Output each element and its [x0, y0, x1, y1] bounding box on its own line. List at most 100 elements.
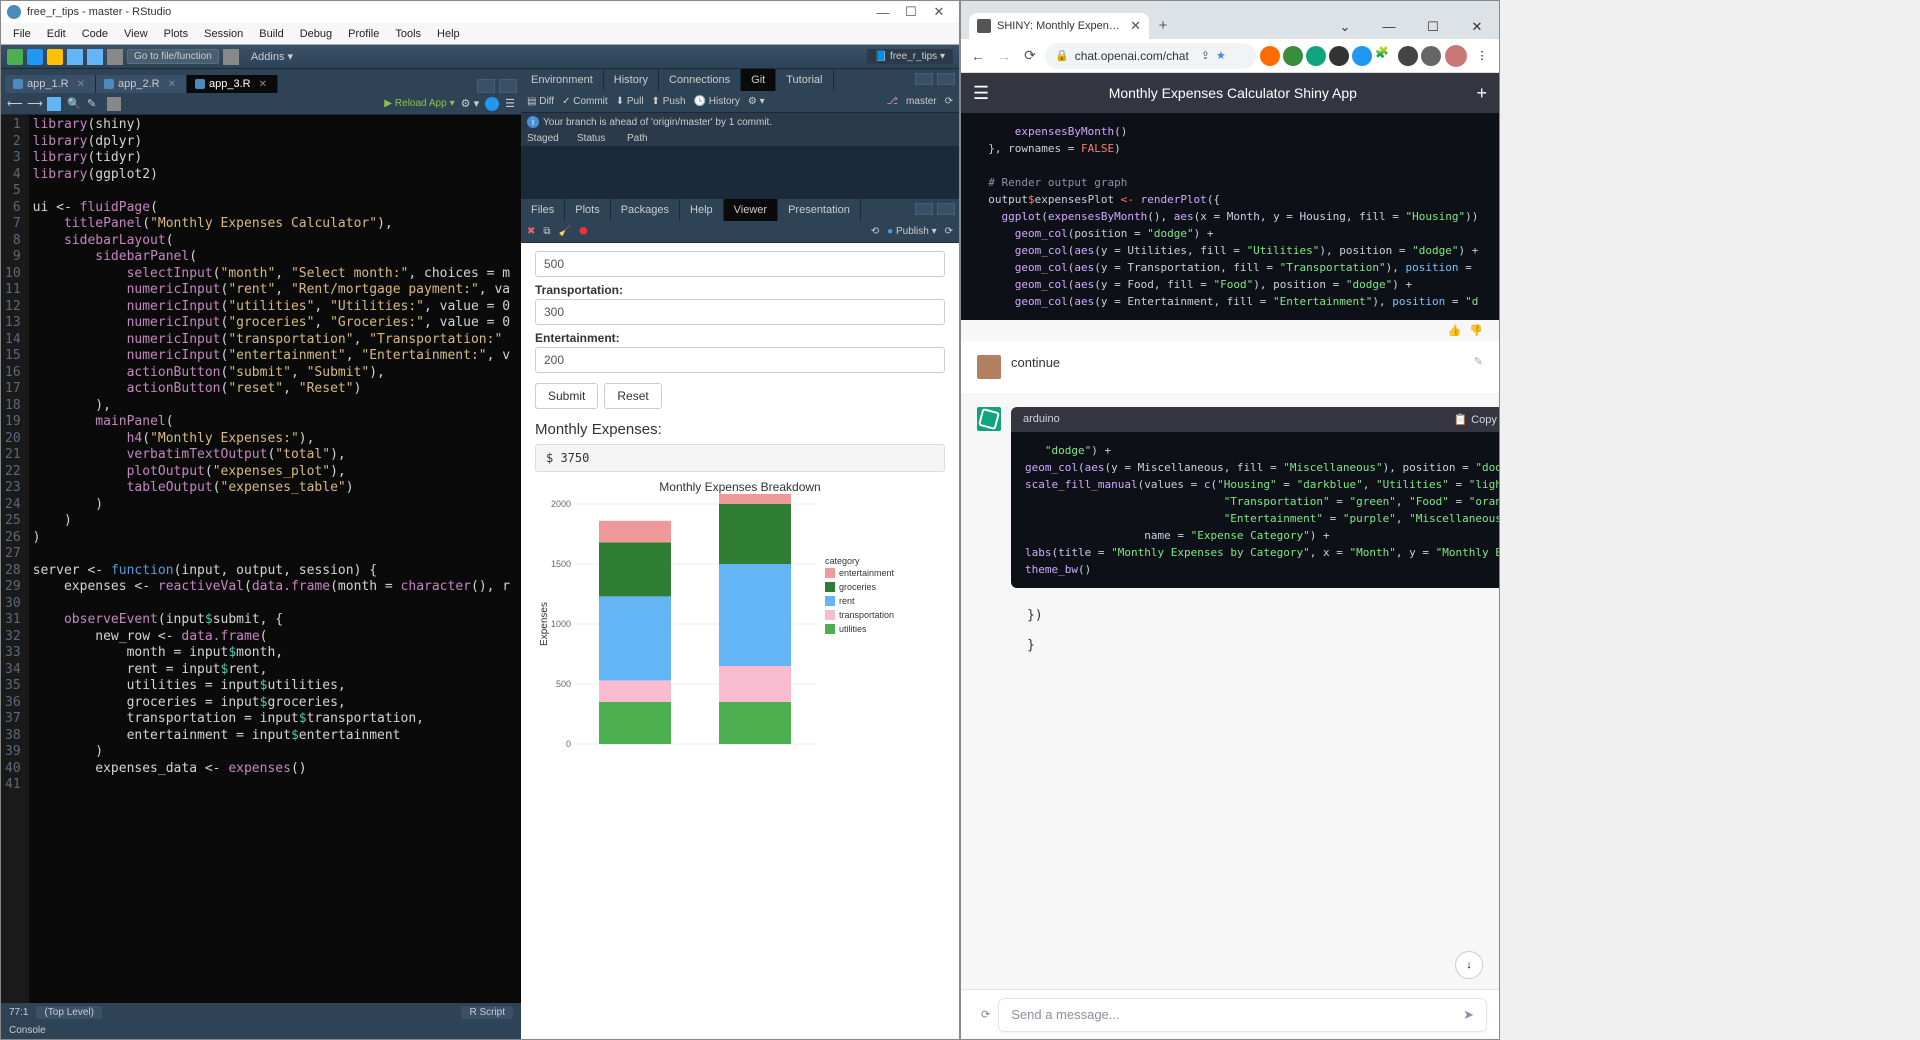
ext-icon[interactable] — [1283, 46, 1303, 66]
tab-connections[interactable]: Connections — [659, 69, 741, 91]
gear-icon[interactable]: ⚙ ▾ — [461, 97, 479, 110]
maximize-pane-icon[interactable] — [497, 1025, 513, 1035]
outline-icon[interactable]: ☰ — [505, 97, 515, 110]
save-all-icon[interactable] — [87, 49, 103, 65]
address-bar[interactable]: 🔒 chat.openai.com/chat ⇪ ★ — [1045, 43, 1256, 69]
stop-icon[interactable]: ⬣ — [579, 226, 588, 237]
message-input[interactable]: Send a message... ➤ — [998, 998, 1487, 1032]
menu-code[interactable]: Code — [74, 26, 116, 42]
sync-icon[interactable]: ⟲ — [871, 226, 879, 237]
ext-icon[interactable] — [1398, 46, 1418, 66]
tab-app1[interactable]: app_1.R✕ — [5, 75, 96, 93]
star-icon[interactable]: ★ — [1216, 49, 1226, 62]
pull-button[interactable]: ⬇ Pull — [616, 96, 644, 107]
reload-button[interactable]: ⟳ — [1019, 45, 1041, 67]
edit-icon[interactable]: ✎ — [1474, 355, 1483, 379]
minimize-button[interactable]: — — [1367, 19, 1411, 35]
maximize-pane-icon[interactable] — [937, 203, 955, 215]
scroll-down-button[interactable]: ↓ — [1455, 951, 1483, 979]
menu-plots[interactable]: Plots — [156, 26, 196, 42]
chevron-down-icon[interactable]: ⌄ — [1323, 19, 1367, 35]
find-icon[interactable]: 🔍 — [67, 97, 81, 111]
back-icon[interactable]: ⟵ — [7, 97, 21, 111]
forward-button[interactable]: → — [993, 45, 1015, 67]
forward-icon[interactable]: ⟶ — [27, 97, 41, 111]
branch-icon[interactable]: ⎇ — [887, 96, 899, 107]
publish-icon[interactable] — [485, 97, 499, 111]
tab-viewer[interactable]: Viewer — [724, 199, 778, 221]
report-icon[interactable] — [107, 97, 121, 111]
ext-icon[interactable] — [1306, 46, 1326, 66]
popout-icon[interactable]: ⧉ — [543, 226, 550, 237]
maximize-button[interactable]: ☐ — [1411, 19, 1455, 35]
minimize-pane-icon[interactable] — [915, 203, 933, 215]
grid-icon[interactable] — [223, 49, 239, 65]
console-tab[interactable]: Console — [1, 1021, 521, 1039]
menu-edit[interactable]: Edit — [39, 26, 74, 42]
tab-presentation[interactable]: Presentation — [778, 199, 861, 221]
copy-code-button[interactable]: 📋 Copy code — [1453, 413, 1499, 426]
menu-session[interactable]: Session — [196, 26, 251, 42]
new-project-icon[interactable] — [27, 49, 43, 65]
menu-view[interactable]: View — [116, 26, 156, 42]
maximize-pane-icon[interactable] — [937, 73, 955, 85]
save-icon[interactable] — [47, 97, 61, 111]
tab-files[interactable]: Files — [521, 199, 565, 221]
menu-profile[interactable]: Profile — [340, 26, 387, 42]
entertainment-input[interactable] — [535, 347, 945, 373]
minimize-pane-icon[interactable] — [915, 73, 933, 85]
ext-icon[interactable] — [1421, 46, 1441, 66]
tab-app3[interactable]: app_3.R✕ — [187, 75, 278, 93]
share-icon[interactable]: ⇪ — [1201, 49, 1210, 62]
addins-dropdown[interactable]: Addins ▾ — [243, 48, 301, 65]
back-button[interactable]: ← — [967, 45, 989, 67]
code-content[interactable]: library(shiny) library(dplyr) library(ti… — [29, 115, 521, 1003]
close-button[interactable]: ✕ — [925, 4, 953, 20]
minimize-pane-icon[interactable] — [477, 79, 495, 93]
transportation-input[interactable] — [535, 299, 945, 325]
tab-history[interactable]: History — [604, 69, 659, 91]
save-icon[interactable] — [67, 49, 83, 65]
ext-icon[interactable] — [1329, 46, 1349, 66]
maximize-button[interactable]: ☐ — [897, 4, 925, 20]
tab-plots[interactable]: Plots — [565, 199, 610, 221]
branch-select[interactable]: master — [906, 96, 937, 107]
maximize-pane-icon[interactable] — [499, 79, 517, 93]
code-editor[interactable]: 1 2 3 4 5 6 7 8 9 10 11 12 13 14 15 16 1… — [1, 115, 521, 1003]
filetype-dropdown[interactable]: R Script — [461, 1006, 513, 1019]
thumbs-down-icon[interactable]: 👎 — [1469, 324, 1483, 337]
browser-tab[interactable]: SHINY: Monthly Expenses Calcul… ✕ — [969, 13, 1149, 39]
close-tab-icon[interactable]: ✕ — [1130, 18, 1141, 34]
refresh-icon[interactable]: ⟳ — [945, 96, 953, 107]
thumbs-up-icon[interactable]: 👍 — [1448, 324, 1462, 337]
ext-icon[interactable] — [1352, 46, 1372, 66]
profile-avatar[interactable] — [1445, 45, 1467, 67]
shiny-app-viewer[interactable]: Transportation: Entertainment: Submit Re… — [521, 243, 959, 1039]
open-file-icon[interactable] — [47, 49, 63, 65]
broom-icon[interactable]: 🧹 — [559, 226, 571, 237]
history-button[interactable]: 🕓 History — [694, 96, 740, 107]
menu-debug[interactable]: Debug — [292, 26, 340, 42]
submit-button[interactable]: Submit — [535, 383, 598, 409]
tab-git[interactable]: Git — [741, 69, 776, 91]
tab-help[interactable]: Help — [680, 199, 724, 221]
push-button[interactable]: ⬆ Push — [652, 96, 686, 107]
send-icon[interactable]: ➤ — [1463, 1007, 1474, 1023]
ext-icon[interactable] — [1260, 46, 1280, 66]
new-file-icon[interactable] — [7, 49, 23, 65]
wand-icon[interactable]: ✎ — [87, 97, 101, 111]
commit-button[interactable]: ✓ Commit — [562, 96, 608, 107]
print-icon[interactable] — [107, 49, 123, 65]
menu-help[interactable]: Help — [429, 26, 468, 42]
tab-environment[interactable]: Environment — [521, 69, 604, 91]
menu-tools[interactable]: Tools — [387, 26, 429, 42]
tab-app2[interactable]: app_2.R✕ — [96, 75, 187, 93]
minimize-pane-icon[interactable] — [481, 1025, 497, 1035]
tab-packages[interactable]: Packages — [611, 199, 680, 221]
regenerate-icon[interactable]: ⟳ — [973, 1008, 998, 1021]
close-button[interactable]: ✕ — [1455, 19, 1499, 35]
reload-app-button[interactable]: ▶ Reload App ▾ — [384, 98, 454, 109]
reset-button[interactable]: Reset — [604, 383, 661, 409]
project-branch[interactable]: 📘 free_r_tips ▾ — [867, 49, 953, 64]
menu-build[interactable]: Build — [251, 26, 291, 42]
